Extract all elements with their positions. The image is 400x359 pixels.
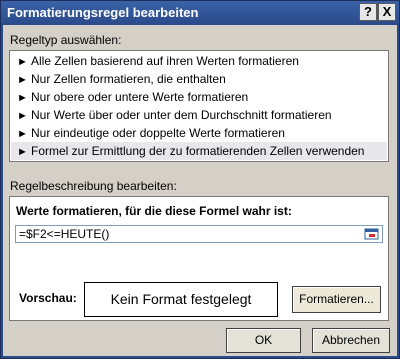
rule-type-item-formula[interactable]: ► Formel zur Ermittlung der zu formatiere… (11, 142, 387, 160)
rule-description-label: Regelbeschreibung bearbeiten: (10, 179, 177, 193)
arrow-right-icon: ► (17, 92, 28, 104)
close-button[interactable]: X (378, 3, 396, 21)
dialog-window: Formatierungsregel bearbeiten ? X Regelt… (0, 0, 400, 359)
format-button[interactable]: Formatieren... (292, 286, 381, 313)
rule-type-item-top-bottom[interactable]: ► Nur obere oder untere Werte formatieren (11, 88, 387, 106)
rule-type-item-all-cells[interactable]: ► Alle Zellen basierend auf ihren Werten … (11, 52, 387, 70)
cancel-button[interactable]: Abbrechen (312, 328, 390, 353)
ok-button[interactable]: OK (226, 328, 301, 353)
rule-type-label: Regeltyp auswählen: (10, 33, 122, 47)
preview-box: Kein Format festgelegt (84, 282, 278, 317)
rule-type-list[interactable]: ► Alle Zellen basierend auf ihren Werten … (9, 50, 389, 162)
help-button[interactable]: ? (359, 3, 377, 21)
formula-label: Werte formatieren, für die diese Formel … (16, 204, 292, 218)
rule-type-item-unique-duplicate[interactable]: ► Nur eindeutige oder doppelte Werte form… (11, 124, 387, 142)
formula-value: =$F2<=HEUTE() (19, 227, 110, 241)
arrow-right-icon: ► (17, 128, 28, 140)
formula-input[interactable]: =$F2<=HEUTE() (15, 225, 383, 243)
dialog-title: Formatierungsregel bearbeiten (7, 5, 199, 20)
arrow-right-icon: ► (17, 56, 28, 68)
preview-label: Vorschau: (19, 291, 77, 305)
rule-type-item-contains[interactable]: ► Nur Zellen formatieren, die enthalten (11, 70, 387, 88)
rule-description-panel: Werte formatieren, für die diese Formel … (9, 196, 389, 321)
arrow-right-icon: ► (17, 146, 28, 158)
list-item-label: Nur Zellen formatieren, die enthalten (31, 72, 226, 86)
list-item-label: Nur Werte über oder unter dem Durchschni… (31, 108, 332, 122)
arrow-right-icon: ► (17, 110, 28, 122)
list-item-label: Nur obere oder untere Werte formatieren (31, 90, 249, 104)
dialog-body: Regeltyp auswählen: ► Alle Zellen basiere… (3, 25, 397, 356)
arrow-right-icon: ► (17, 74, 28, 86)
list-item-label: Nur eindeutige oder doppelte Werte forma… (31, 126, 285, 140)
range-select-icon[interactable] (364, 227, 380, 241)
title-bar[interactable]: Formatierungsregel bearbeiten ? X (1, 1, 399, 25)
list-item-label: Formel zur Ermittlung der zu formatieren… (31, 144, 365, 158)
rule-type-item-average[interactable]: ► Nur Werte über oder unter dem Durchschn… (11, 106, 387, 124)
list-item-label: Alle Zellen basierend auf ihren Werten f… (31, 54, 299, 68)
